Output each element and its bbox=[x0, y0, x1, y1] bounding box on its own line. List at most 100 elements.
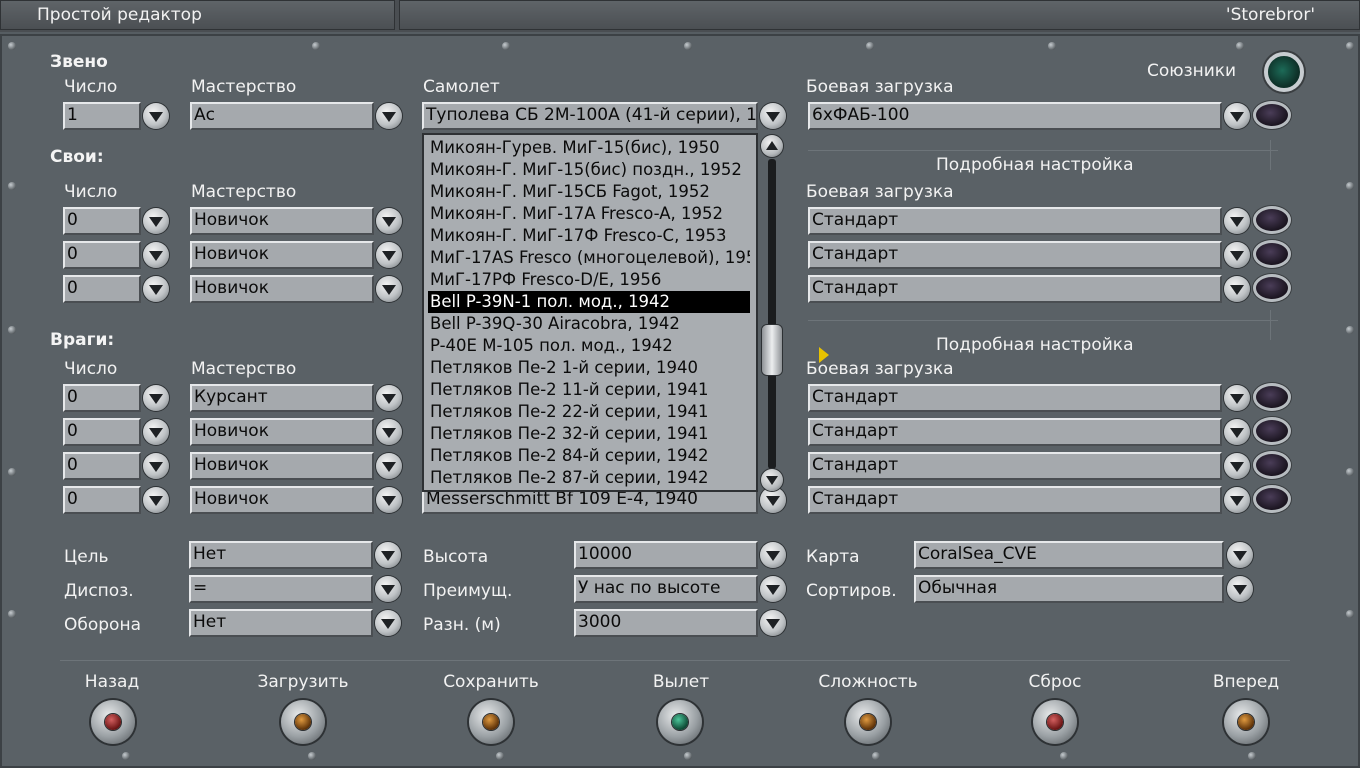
friendly-loadout-lamp[interactable] bbox=[1253, 274, 1291, 302]
enemy-loadout-field[interactable]: Стандарт bbox=[808, 384, 1222, 412]
chevron-down-icon[interactable] bbox=[376, 453, 402, 479]
flight-loadout-field[interactable]: 6хФАБ-100 bbox=[808, 102, 1222, 130]
chevron-down-icon[interactable] bbox=[760, 576, 786, 602]
enemy-number-field[interactable]: 0 bbox=[63, 486, 141, 514]
chevron-down-icon[interactable] bbox=[1224, 487, 1250, 513]
list-item[interactable]: P-40E M-105 пол. мод., 1942 bbox=[428, 335, 750, 357]
friendly-number-field[interactable]: 0 bbox=[63, 275, 141, 303]
scroll-down-icon[interactable] bbox=[761, 469, 783, 491]
list-item[interactable]: Петляков Пе-2 1-й серии, 1940 bbox=[428, 357, 750, 379]
chevron-down-icon[interactable] bbox=[143, 208, 169, 234]
list-item[interactable]: Bell P-39Q-30 Airacobra, 1942 bbox=[428, 313, 750, 335]
friendly-loadout-field[interactable]: Стандарт bbox=[808, 241, 1222, 269]
friendly-skill-field[interactable]: Новичок bbox=[190, 275, 374, 303]
chevron-down-icon[interactable] bbox=[1224, 419, 1250, 445]
enemy-loadout-lamp[interactable] bbox=[1253, 485, 1291, 513]
altitude-field[interactable]: 10000 bbox=[574, 541, 758, 569]
friendly-loadout-lamp[interactable] bbox=[1253, 240, 1291, 268]
back-button[interactable] bbox=[91, 700, 135, 744]
friendly-number-field[interactable]: 0 bbox=[63, 241, 141, 269]
flight-loadout-lamp[interactable] bbox=[1253, 101, 1291, 129]
chevron-down-icon[interactable] bbox=[1224, 208, 1250, 234]
chevron-down-icon[interactable] bbox=[760, 542, 786, 568]
enemy-loadout-field[interactable]: Стандарт bbox=[808, 452, 1222, 480]
chevron-down-icon[interactable] bbox=[143, 242, 169, 268]
enemy-loadout-field[interactable]: Стандарт bbox=[808, 418, 1222, 446]
enemy-number-field[interactable]: 0 bbox=[63, 452, 141, 480]
enemy-loadout-field[interactable]: Стандарт bbox=[808, 486, 1222, 514]
friendly-loadout-lamp[interactable] bbox=[1253, 206, 1291, 234]
friendly-skill-field[interactable]: Новичок bbox=[190, 207, 374, 235]
chevron-down-icon[interactable] bbox=[375, 610, 401, 636]
allies-toggle-lamp[interactable] bbox=[1264, 52, 1304, 92]
plane-dropdown-list[interactable]: Микоян-Гурев. МиГ-15(бис), 1950 Микоян-Г… bbox=[422, 133, 758, 492]
chevron-down-icon[interactable] bbox=[1224, 242, 1250, 268]
map-field[interactable]: CoralSea_CVE bbox=[914, 541, 1224, 569]
list-item[interactable]: Петляков Пе-2 22-й серии, 1941 bbox=[428, 401, 750, 423]
flight-number-field[interactable]: 1 bbox=[63, 102, 141, 130]
list-item[interactable]: МиГ-17РФ Fresco-D/E, 1956 bbox=[428, 269, 750, 291]
friendly-loadout-field[interactable]: Стандарт bbox=[808, 275, 1222, 303]
scroll-track[interactable] bbox=[768, 159, 776, 469]
reset-button[interactable] bbox=[1033, 700, 1077, 744]
save-button[interactable] bbox=[469, 700, 513, 744]
chevron-down-icon[interactable] bbox=[1224, 276, 1250, 302]
flight-skill-field[interactable]: Ас bbox=[190, 102, 374, 130]
enemy-skill-field[interactable]: Новичок bbox=[190, 452, 374, 480]
chevron-down-icon[interactable] bbox=[143, 103, 169, 129]
enemy-loadout-lamp[interactable] bbox=[1253, 417, 1291, 445]
enemy-loadout-lamp[interactable] bbox=[1253, 383, 1291, 411]
chevron-down-icon[interactable] bbox=[143, 487, 169, 513]
list-item[interactable]: Петляков Пе-2 87-й серии, 1942 bbox=[428, 467, 750, 489]
chevron-down-icon[interactable] bbox=[1224, 453, 1250, 479]
chevron-down-icon[interactable] bbox=[1224, 385, 1250, 411]
chevron-down-icon[interactable] bbox=[376, 385, 402, 411]
sort-field[interactable]: Обычная bbox=[914, 575, 1224, 603]
alt-diff-field[interactable]: 3000 bbox=[574, 609, 758, 637]
enemy-skill-field[interactable]: Новичок bbox=[190, 418, 374, 446]
list-item-selected[interactable]: Bell P-39N-1 пол. мод., 1942 bbox=[428, 291, 750, 313]
chevron-down-icon[interactable] bbox=[375, 542, 401, 568]
chevron-down-icon[interactable] bbox=[143, 276, 169, 302]
enemy-skill-field[interactable]: Новичок bbox=[190, 486, 374, 514]
list-item[interactable]: Микоян-Г. МиГ-17Ф Fresco-C, 1953 bbox=[428, 225, 750, 247]
list-item[interactable]: Микоян-Г. МиГ-15СБ Fagot, 1952 bbox=[428, 181, 750, 203]
list-item[interactable]: Петляков Пе-2 11-й серии, 1941 bbox=[428, 379, 750, 401]
list-item[interactable]: Петляков Пе-2 32-й серии, 1941 bbox=[428, 423, 750, 445]
load-button[interactable] bbox=[281, 700, 325, 744]
plane-list-scrollbar[interactable] bbox=[757, 133, 787, 492]
friendly-skill-field[interactable]: Новичок bbox=[190, 241, 374, 269]
enemy-number-field[interactable]: 0 bbox=[63, 418, 141, 446]
list-item[interactable]: Микоян-Г. МиГ-17А Fresco-A, 1952 bbox=[428, 203, 750, 225]
chevron-down-icon[interactable] bbox=[376, 242, 402, 268]
defense-field[interactable]: Нет bbox=[189, 609, 373, 637]
scroll-up-icon[interactable] bbox=[761, 135, 783, 157]
chevron-down-icon[interactable] bbox=[376, 276, 402, 302]
flight-plane-field[interactable]: Туполева СБ 2М-100А (41-й серии), 1940 bbox=[422, 102, 758, 130]
enemy-skill-field[interactable]: Курсант bbox=[190, 384, 374, 412]
chevron-down-icon[interactable] bbox=[1227, 576, 1253, 602]
chevron-down-icon[interactable] bbox=[143, 419, 169, 445]
list-item[interactable]: Петляков Пе-2 84-й серии, 1942 bbox=[428, 445, 750, 467]
scroll-thumb[interactable] bbox=[762, 325, 782, 375]
chevron-down-icon[interactable] bbox=[376, 419, 402, 445]
chevron-down-icon[interactable] bbox=[143, 453, 169, 479]
forward-button[interactable] bbox=[1224, 700, 1268, 744]
friendly-number-field[interactable]: 0 bbox=[63, 207, 141, 235]
difficulty-button[interactable] bbox=[846, 700, 890, 744]
chevron-down-icon[interactable] bbox=[760, 103, 786, 129]
chevron-down-icon[interactable] bbox=[760, 610, 786, 636]
chevron-down-icon[interactable] bbox=[376, 487, 402, 513]
chevron-down-icon[interactable] bbox=[375, 576, 401, 602]
chevron-down-icon[interactable] bbox=[1224, 103, 1250, 129]
list-item[interactable]: Микоян-Гурев. МиГ-15(бис), 1950 bbox=[428, 137, 750, 159]
friendly-loadout-field[interactable]: Стандарт bbox=[808, 207, 1222, 235]
fly-button[interactable] bbox=[658, 700, 702, 744]
chevron-down-icon[interactable] bbox=[376, 103, 402, 129]
list-item[interactable]: Микоян-Г. МиГ-15(бис) поздн., 1952 bbox=[428, 159, 750, 181]
advantage-field[interactable]: У нас по высоте bbox=[574, 575, 758, 603]
chevron-down-icon[interactable] bbox=[376, 208, 402, 234]
list-item[interactable]: МиГ-17AS Fresco (многоцелевой), 1955 bbox=[428, 247, 750, 269]
target-field[interactable]: Нет bbox=[189, 541, 373, 569]
enemy-number-field[interactable]: 0 bbox=[63, 384, 141, 412]
